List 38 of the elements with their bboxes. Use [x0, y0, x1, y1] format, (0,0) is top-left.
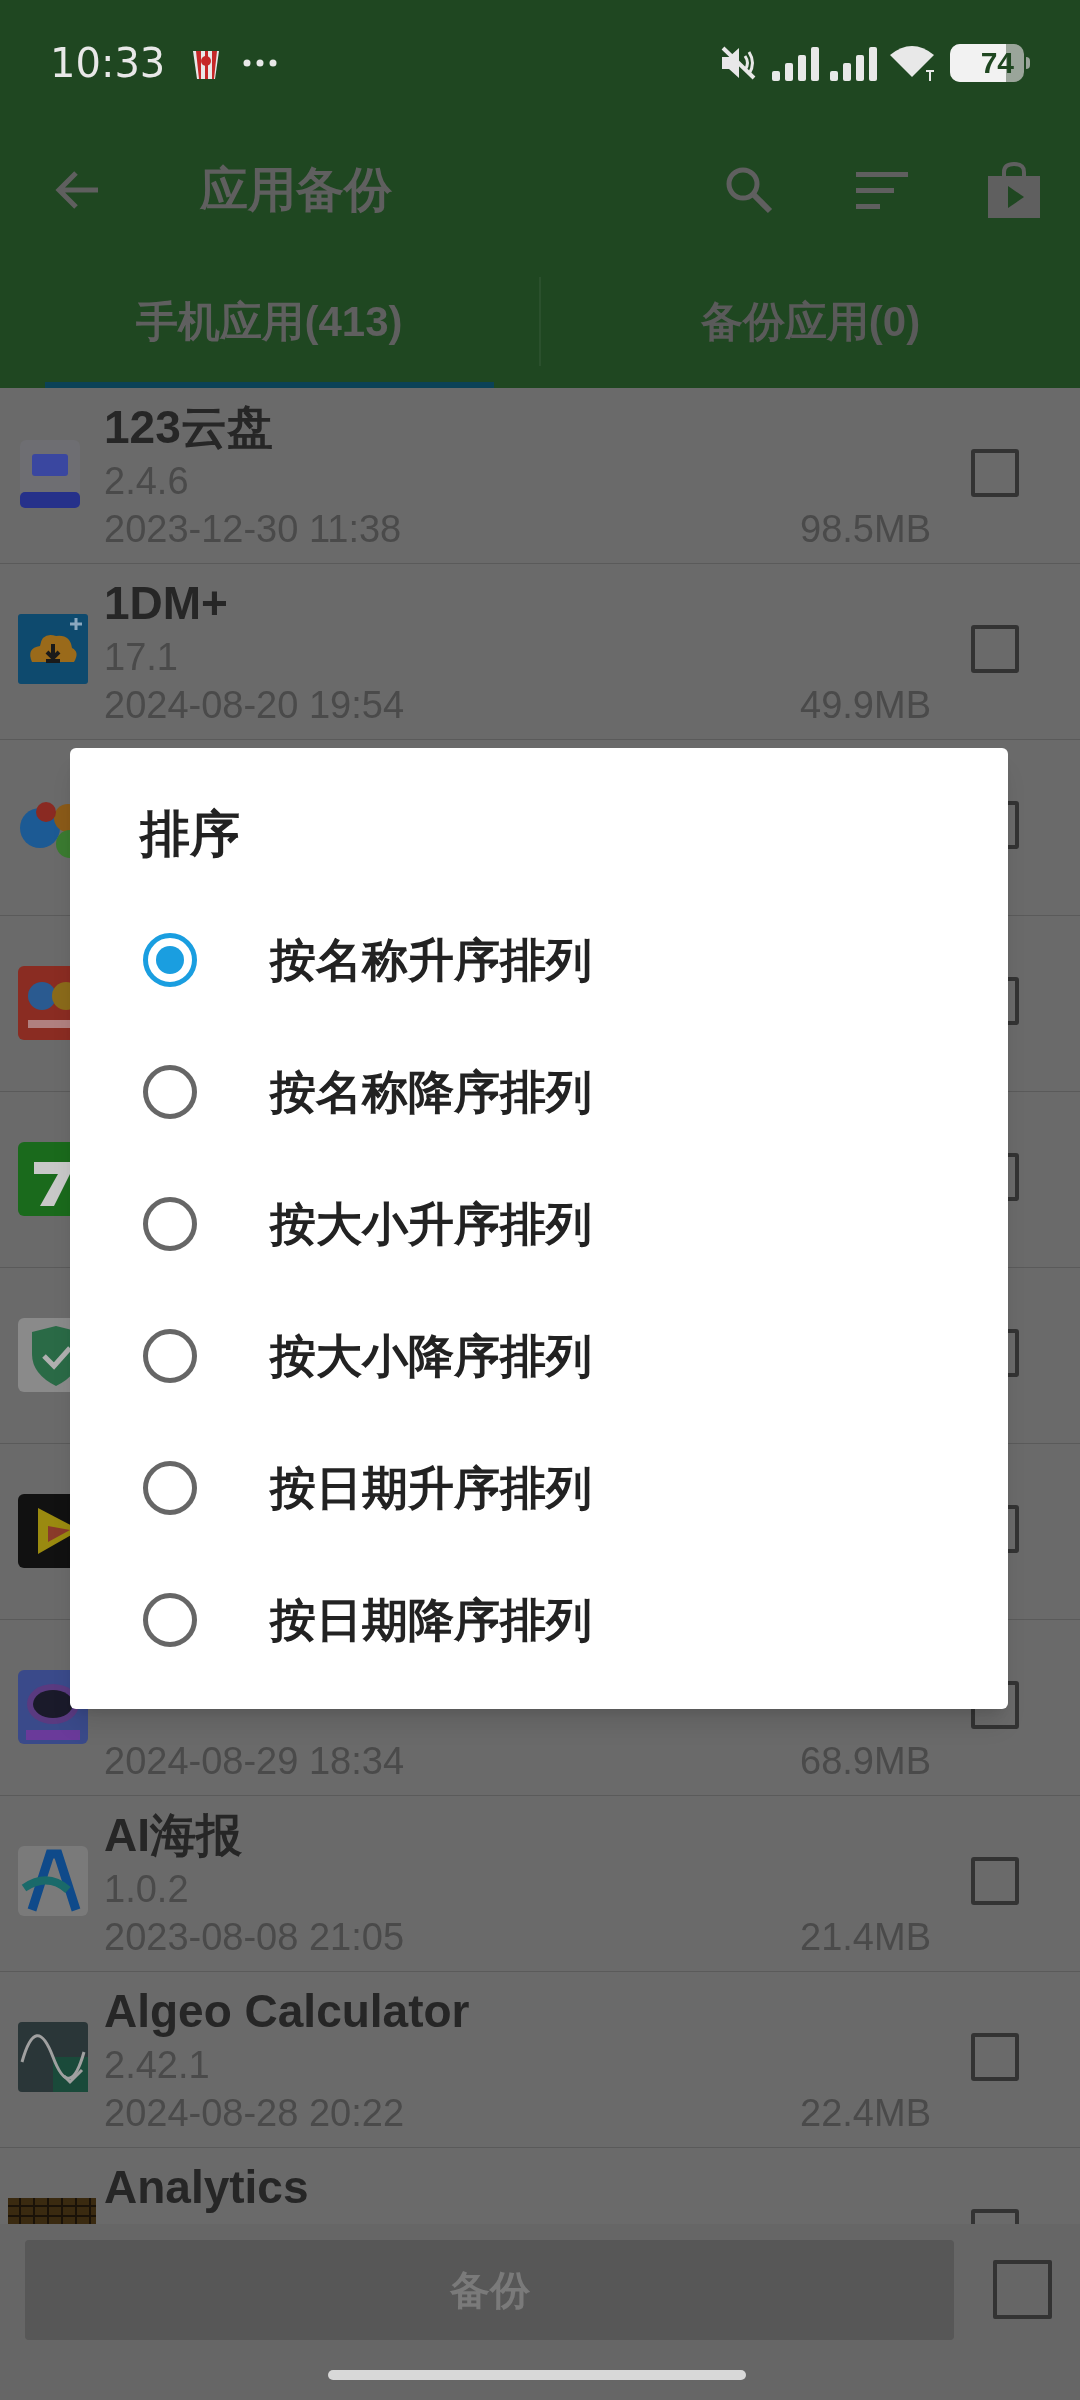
radio-button[interactable]: [143, 1197, 197, 1251]
radio-button[interactable]: [143, 1065, 197, 1119]
app-name: 1DM+: [104, 577, 228, 629]
more-icon: [243, 58, 278, 67]
checkbox[interactable]: [971, 2033, 1019, 2081]
store-bag-icon[interactable]: [988, 162, 1040, 218]
app-icon: [18, 438, 82, 510]
app-name: Analytics: [104, 2161, 309, 2213]
app-icon: [18, 2022, 88, 2092]
app-name: Algeo Calculator: [104, 1985, 470, 2037]
signal-icon: [830, 44, 878, 81]
dialog-title: 排序: [140, 806, 240, 862]
radio-button[interactable]: [143, 933, 197, 987]
checkbox[interactable]: [971, 625, 1019, 673]
mute-icon: [720, 44, 758, 81]
select-all-checkbox[interactable]: [993, 2260, 1052, 2319]
radio-button[interactable]: [143, 1593, 197, 1647]
app-name: 123云盘: [104, 401, 273, 453]
sort-icon[interactable]: [856, 170, 908, 210]
app-icon: [18, 614, 88, 684]
status-time: 10:33: [50, 38, 166, 88]
sort-option-label[interactable]: 按名称降序排列: [270, 1057, 592, 1127]
app-name: AI海报: [104, 1809, 242, 1861]
toolbar-title: 应用备份: [200, 162, 392, 218]
app-icon: [8, 2198, 96, 2224]
sort-option-label[interactable]: 按大小升序排列: [270, 1189, 592, 1259]
radio-button[interactable]: [143, 1329, 197, 1383]
back-icon[interactable]: [54, 170, 100, 210]
sort-option-label[interactable]: 按名称升序排列: [270, 925, 592, 995]
sort-option-label[interactable]: 按日期降序排列: [270, 1585, 592, 1655]
radio-button[interactable]: [143, 1461, 197, 1515]
checkbox[interactable]: [971, 449, 1019, 497]
checkbox[interactable]: [971, 1857, 1019, 1905]
search-icon[interactable]: [724, 165, 774, 215]
signal-icon: [772, 44, 820, 81]
app-icon: [18, 1846, 88, 1916]
sort-option-label[interactable]: 按日期升序排列: [270, 1453, 592, 1523]
sort-option-label[interactable]: 按大小降序排列: [270, 1321, 592, 1391]
